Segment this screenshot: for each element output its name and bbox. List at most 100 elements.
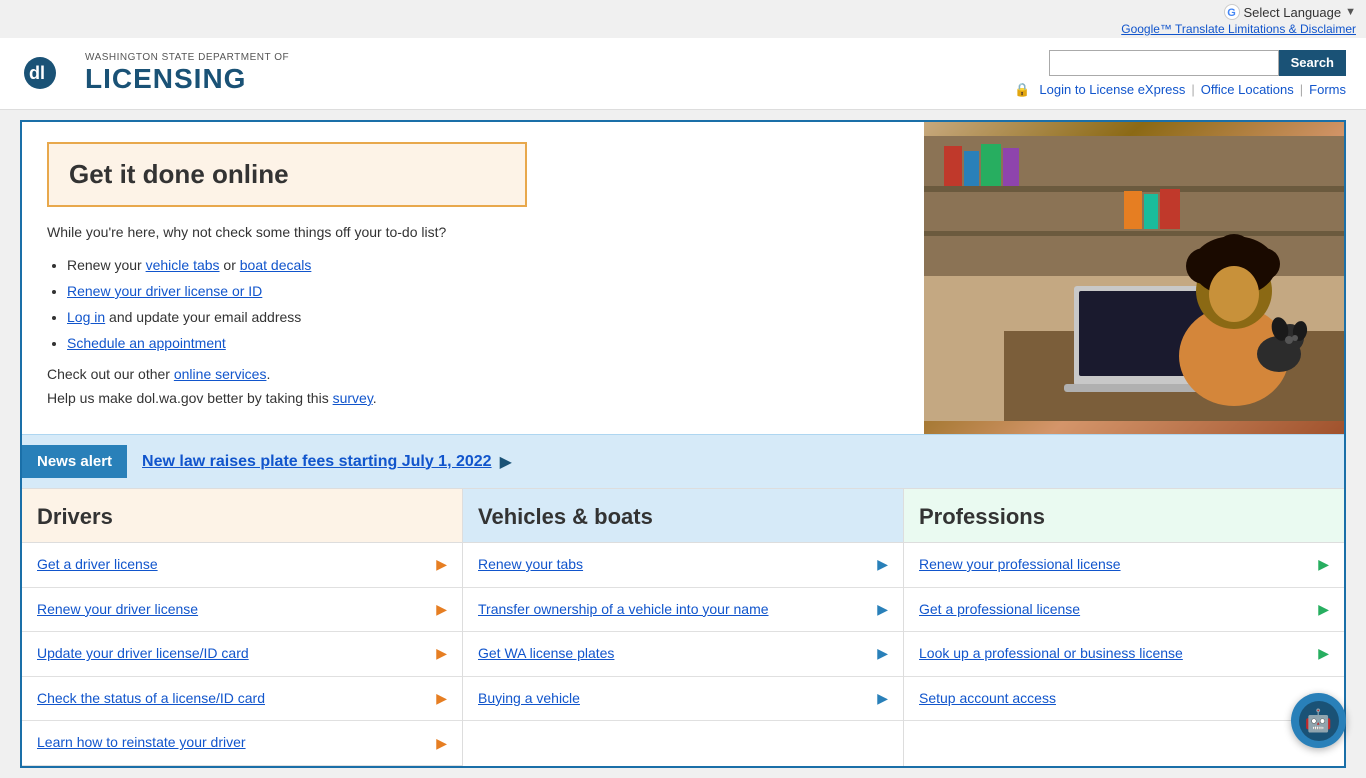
lock-icon: 🔒 (1014, 82, 1030, 98)
language-dropdown-arrow: ▼ (1345, 6, 1356, 18)
vehicles-arrow-4: ▶ (877, 690, 888, 707)
chatbot-icon: 🤖 (1299, 701, 1339, 741)
professions-column: Professions Renew your professional lice… (904, 489, 1344, 766)
reinstate-driver-item[interactable]: Learn how to reinstate your driver ▶ (22, 721, 462, 766)
vehicles-column-header: Vehicles & boats (463, 489, 903, 543)
translate-row: G Select Language ▼ (10, 4, 1356, 20)
logo-main-text: LICENSING (85, 63, 289, 95)
robot-icon: 🤖 (1305, 708, 1332, 734)
hero-list: Renew your vehicle tabs or boat decals R… (67, 255, 899, 354)
update-driver-license-item[interactable]: Update your driver license/ID card ▶ (22, 632, 462, 677)
header-right: Search 🔒 Login to License eXpress | Offi… (1014, 50, 1346, 98)
update-driver-license-link[interactable]: Update your driver license/ID card (37, 644, 428, 664)
logo-text-block: WASHINGTON STATE DEPARTMENT OF LICENSING (85, 52, 289, 95)
hero-illustration (924, 136, 1344, 421)
vehicles-arrow-2: ▶ (877, 601, 888, 618)
get-professional-license-item[interactable]: Get a professional license ▶ (904, 588, 1344, 633)
renew-tabs-link[interactable]: Renew your tabs (478, 555, 869, 575)
news-alert-bar: News alert New law raises plate fees sta… (22, 434, 1344, 488)
search-button[interactable]: Search (1279, 50, 1346, 76)
columns-section: Drivers Get a driver license ▶ Renew you… (22, 488, 1344, 766)
main-content: Get it done online While you're here, wh… (20, 120, 1346, 768)
log-in-link[interactable]: Log in (67, 309, 105, 325)
get-professional-license-link[interactable]: Get a professional license (919, 600, 1310, 620)
lookup-professional-license-link[interactable]: Look up a professional or business licen… (919, 644, 1310, 664)
renew-professional-license-item[interactable]: Renew your professional license ▶ (904, 543, 1344, 588)
transfer-ownership-item[interactable]: Transfer ownership of a vehicle into you… (463, 588, 903, 633)
buying-vehicle-item[interactable]: Buying a vehicle ▶ (463, 677, 903, 722)
drivers-arrow-3: ▶ (436, 645, 447, 662)
hero-photo (924, 122, 1344, 434)
get-driver-license-item[interactable]: Get a driver license ▶ (22, 543, 462, 588)
drivers-arrow-4: ▶ (436, 690, 447, 707)
search-input[interactable] (1049, 50, 1279, 76)
translate-disclaimer-link[interactable]: Google™ Translate Limitations & Disclaim… (10, 22, 1356, 36)
logo-top-text: WASHINGTON STATE DEPARTMENT OF (85, 52, 289, 63)
search-form: Search (1049, 50, 1346, 76)
buying-vehicle-link[interactable]: Buying a vehicle (478, 689, 869, 709)
wa-license-plates-link[interactable]: Get WA license plates (478, 644, 869, 664)
news-alert-arrow: ▶ (500, 452, 512, 472)
drivers-column-header: Drivers (22, 489, 462, 543)
vehicle-tabs-link[interactable]: vehicle tabs (146, 257, 220, 273)
wa-license-plates-item[interactable]: Get WA license plates ▶ (463, 632, 903, 677)
renew-driver-license-link2[interactable]: Renew your driver license (37, 600, 428, 620)
google-icon: G (1224, 4, 1240, 20)
hero-extra-2: Help us make dol.wa.gov better by taking… (47, 390, 899, 406)
logo-icon: dl (20, 46, 75, 101)
list-item-4: Schedule an appointment (67, 333, 899, 354)
hero-title: Get it done online (69, 159, 505, 190)
professions-arrow-2: ▶ (1318, 601, 1329, 618)
dol-logo-svg: dl (20, 46, 75, 101)
header-links: 🔒 Login to License eXpress | Office Loca… (1014, 82, 1346, 98)
chatbot-button[interactable]: 🤖 (1291, 693, 1346, 748)
hero-box: Get it done online (47, 142, 527, 207)
check-license-status-link[interactable]: Check the status of a license/ID card (37, 689, 428, 709)
drivers-arrow-5: ▶ (436, 735, 447, 752)
list-item-3: Log in and update your email address (67, 307, 899, 328)
schedule-appointment-link[interactable]: Schedule an appointment (67, 335, 226, 351)
list-item-1: Renew your vehicle tabs or boat decals (67, 255, 899, 276)
top-bar: G Select Language ▼ Google™ Translate Li… (0, 0, 1366, 38)
vehicles-column: Vehicles & boats Renew your tabs ▶ Trans… (463, 489, 904, 766)
forms-link[interactable]: Forms (1309, 82, 1346, 97)
lookup-professional-license-item[interactable]: Look up a professional or business licen… (904, 632, 1344, 677)
drivers-arrow-1: ▶ (436, 556, 447, 573)
list-item-2: Renew your driver license or ID (67, 281, 899, 302)
renew-tabs-item[interactable]: Renew your tabs ▶ (463, 543, 903, 588)
setup-account-access-link[interactable]: Setup account access (919, 689, 1310, 709)
boat-decals-link[interactable]: boat decals (240, 257, 312, 273)
transfer-ownership-link[interactable]: Transfer ownership of a vehicle into you… (478, 600, 869, 620)
hero-section: Get it done online While you're here, wh… (22, 122, 1344, 434)
news-alert-link[interactable]: New law raises plate fees starting July … (142, 453, 492, 471)
hero-extra-1: Check out our other online services. (47, 366, 899, 382)
online-services-link[interactable]: online services (174, 366, 267, 382)
professions-column-header: Professions (904, 489, 1344, 543)
login-link[interactable]: Login to License eXpress (1039, 82, 1185, 97)
hero-description: While you're here, why not check some th… (47, 222, 507, 243)
hero-image (924, 122, 1344, 434)
reinstate-driver-link[interactable]: Learn how to reinstate your driver (37, 733, 428, 753)
get-driver-license-link[interactable]: Get a driver license (37, 555, 428, 575)
news-alert-label: News alert (22, 445, 127, 478)
renew-driver-license-item[interactable]: Renew your driver license ▶ (22, 588, 462, 633)
vehicles-arrow-1: ▶ (877, 556, 888, 573)
setup-account-access-item[interactable]: Setup account access ▶ (904, 677, 1344, 722)
professions-arrow-3: ▶ (1318, 645, 1329, 662)
renew-professional-license-link[interactable]: Renew your professional license (919, 555, 1310, 575)
drivers-arrow-2: ▶ (436, 601, 447, 618)
select-language-button[interactable]: G Select Language ▼ (1224, 4, 1356, 20)
check-license-status-item[interactable]: Check the status of a license/ID card ▶ (22, 677, 462, 722)
drivers-column: Drivers Get a driver license ▶ Renew you… (22, 489, 463, 766)
survey-link[interactable]: survey (333, 390, 373, 406)
separator1: | (1191, 82, 1194, 97)
header: dl WASHINGTON STATE DEPARTMENT OF LICENS… (0, 38, 1366, 110)
separator2: | (1300, 82, 1303, 97)
hero-content: Get it done online While you're here, wh… (22, 122, 924, 434)
office-locations-link[interactable]: Office Locations (1201, 82, 1294, 97)
renew-driver-license-link[interactable]: Renew your driver license or ID (67, 283, 262, 299)
svg-text:dl: dl (29, 63, 45, 83)
vehicles-arrow-3: ▶ (877, 645, 888, 662)
select-language-label: Select Language (1244, 5, 1342, 20)
professions-arrow-1: ▶ (1318, 556, 1329, 573)
